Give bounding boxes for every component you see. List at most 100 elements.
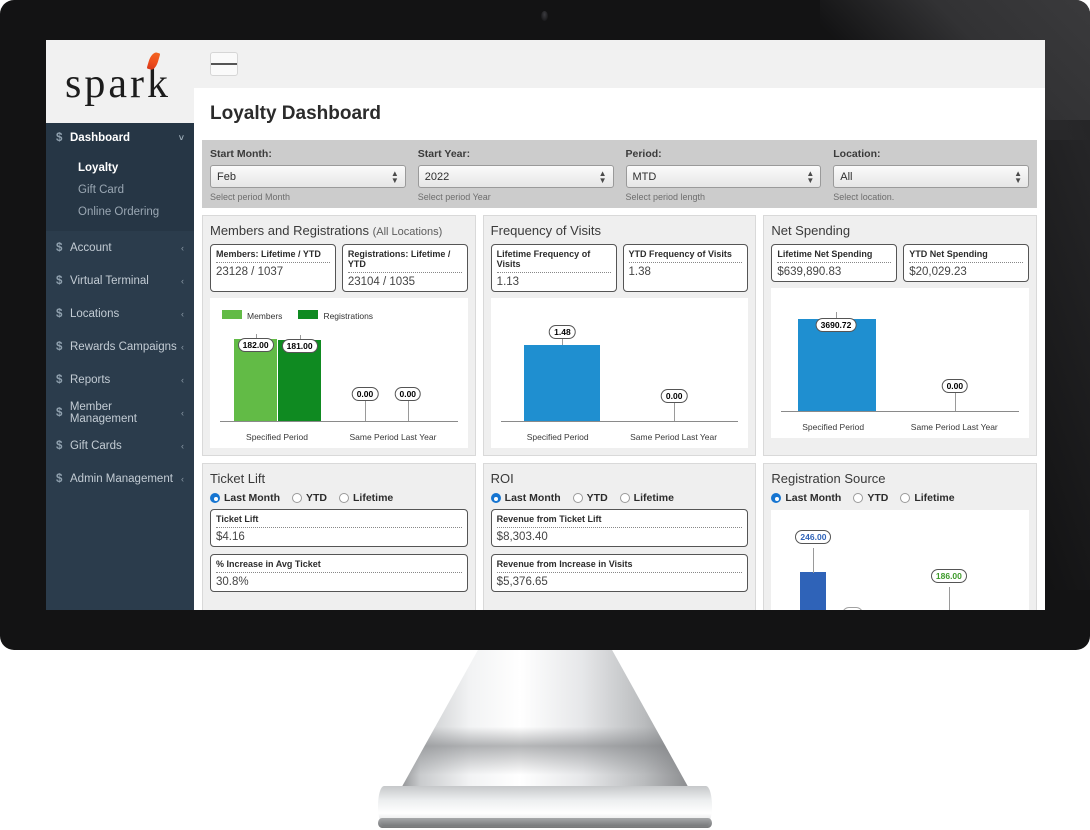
filter-start-month: Start Month: Feb ▲ ▼ Select period Month	[210, 148, 406, 202]
filter-label: Start Year:	[417, 148, 471, 160]
radio-last-month[interactable]: Last Month	[490, 492, 561, 504]
radio-ytd[interactable]: YTD	[292, 492, 327, 504]
kpi-lifetime-frequency: Lifetime Frequency of Visits 1.13	[490, 244, 617, 292]
radio-dot	[619, 493, 630, 503]
browser-viewport: spark $ Dashboard ˅ Loyalty Gift Card On…	[46, 40, 1045, 610]
radio-last-month[interactable]: Last Month	[771, 492, 841, 504]
chevron-down-icon: ˅	[178, 133, 184, 143]
spinner-icon: ▲ ▼	[598, 168, 607, 185]
field-revenue-from-increase-in-visits: Revenue from Increase in Visits $5,376.6…	[490, 554, 749, 592]
radio-lifetime[interactable]: Lifetime	[900, 492, 955, 504]
chevron-left-icon: ‹	[181, 341, 184, 352]
frequency-chart: 1.48 0.00 Specified Period Same Period L…	[490, 298, 749, 448]
kpi-label: Members: Lifetime / YTD	[216, 249, 330, 263]
kpi-value: 1.13	[496, 276, 520, 288]
radio-label: Lifetime	[353, 492, 394, 504]
registration-source-options: Last Month YTD Lifetime	[771, 492, 1029, 504]
webcam-icon	[541, 11, 548, 21]
filter-bar: Start Month: Feb ▲ ▼ Select period Month …	[202, 140, 1037, 208]
radio-dot	[572, 493, 583, 503]
chevron-left-icon: ‹	[181, 407, 184, 418]
dollar-icon: $	[56, 274, 63, 287]
radio-label: YTD	[586, 492, 608, 504]
location-value: All	[840, 170, 853, 183]
sidebar-item-gift-card[interactable]: Gift Card	[46, 179, 194, 201]
chevron-left-icon: ‹	[181, 242, 184, 253]
kpi-label: Lifetime Net Spending	[777, 249, 892, 263]
bar-label-hidden	[841, 606, 864, 610]
sidebar-group-dashboard[interactable]: $ Dashboard ˅	[46, 123, 194, 153]
radio-ytd[interactable]: YTD	[853, 492, 888, 504]
spinner-icon: ▲ ▼	[806, 168, 815, 185]
label-stem	[674, 401, 676, 422]
sidebar-item-account[interactable]: $ Account ‹	[46, 231, 194, 264]
roi-options: Last Month YTD Lifetime	[490, 492, 749, 504]
field-label: Revenue from Increase in Visits	[496, 559, 743, 573]
bar-label: 186.00	[930, 569, 967, 583]
brand-logo[interactable]: spark	[46, 40, 194, 123]
dollar-icon: $	[56, 373, 63, 386]
radio-label: YTD	[306, 492, 327, 504]
sidebar-item-member-management[interactable]: $ Member Management ‹	[46, 396, 194, 429]
panel-title-text: Registration Source	[771, 471, 886, 486]
sidebar-item-label: Member Management	[69, 400, 137, 425]
period-select[interactable]: MTD ▲ ▼	[625, 165, 822, 188]
radio-dot	[292, 493, 302, 503]
kpi-ytd-net-spending: YTD Net Spending $20,029.23	[903, 244, 1030, 282]
kpi-value: $20,029.23	[909, 266, 967, 278]
chart-plot: 3690.72 0.00	[781, 310, 1020, 412]
panel-title-text: Ticket Lift	[210, 471, 266, 486]
regsource-chart: 246.00 186.00	[771, 510, 1030, 610]
brand-name: spark	[65, 60, 171, 107]
panel-title-text: Frequency of Visits	[490, 223, 601, 238]
panel-title-text: Net Spending	[771, 223, 851, 238]
filter-help: Select period Month	[210, 192, 291, 202]
label-stem	[954, 391, 956, 412]
radio-last-month[interactable]: Last Month	[210, 492, 280, 504]
sidebar-item-label: Gift Cards	[70, 439, 122, 452]
panel-registration-source: Registration Source Last Month YTD Lifet…	[763, 463, 1038, 610]
page-title: Loyalty Dashboard	[210, 103, 382, 124]
radio-dot	[490, 493, 501, 503]
chart-axis	[220, 421, 458, 422]
sidebar-item-admin-management[interactable]: $ Admin Management ‹	[46, 462, 194, 495]
start-year-select[interactable]: 2022 ▲ ▼	[417, 165, 614, 188]
panel-roi: ROI Last Month YTD Lifetime Revenue from…	[482, 463, 757, 610]
radio-lifetime[interactable]: Lifetime	[339, 492, 393, 504]
sidebar-item-loyalty[interactable]: Loyalty	[46, 157, 194, 179]
dollar-icon: $	[56, 472, 63, 485]
field-label: % Increase in Avg Ticket	[216, 559, 462, 573]
sidebar-item-gift-cards[interactable]: $ Gift Cards ‹	[46, 429, 194, 462]
sidebar-group-label: Dashboard	[70, 132, 131, 144]
sidebar-item-reports[interactable]: $ Reports ‹	[46, 363, 194, 396]
sidebar-item-rewards-campaigns[interactable]: $ Rewards Campaigns ‹	[46, 330, 194, 363]
radio-ytd[interactable]: YTD	[572, 492, 608, 504]
field-value: 30.8%	[216, 576, 249, 588]
panel-net-spending: Net Spending Lifetime Net Spending $639,…	[763, 215, 1038, 456]
radio-label: Lifetime	[633, 492, 674, 504]
monitor-stand-base-lip	[378, 818, 712, 828]
filter-label: Start Month:	[210, 148, 272, 160]
sidebar-item-virtual-terminal[interactable]: $ Virtual Terminal ‹	[46, 264, 194, 297]
panel-title: Members and Registrations (All Locations…	[210, 223, 468, 238]
chevron-left-icon: ‹	[181, 473, 184, 484]
kpi-value: 23104 / 1035	[347, 276, 415, 288]
location-select[interactable]: All ▲ ▼	[833, 165, 1029, 188]
filter-location: Location: All ▲ ▼ Select location.	[833, 148, 1029, 202]
field-label: Ticket Lift	[216, 514, 462, 528]
radio-label: YTD	[867, 492, 889, 504]
kpi-label: Registrations: Lifetime / YTD	[347, 249, 462, 273]
radio-dot	[900, 493, 911, 503]
sidebar-item-online-ordering[interactable]: Online Ordering	[46, 201, 194, 223]
kpi-row: Lifetime Frequency of Visits 1.13 YTD Fr…	[490, 244, 749, 292]
bar-label: 0.00	[351, 387, 379, 402]
radio-dot	[210, 493, 220, 503]
screenshot-scene: spark $ Dashboard ˅ Loyalty Gift Card On…	[0, 0, 1090, 830]
bar-label: 3690.72	[815, 318, 857, 333]
radio-lifetime[interactable]: Lifetime	[619, 492, 674, 504]
sidebar: spark $ Dashboard ˅ Loyalty Gift Card On…	[46, 40, 194, 610]
hamburger-icon[interactable]	[210, 52, 238, 76]
start-month-select[interactable]: Feb ▲ ▼	[210, 165, 406, 188]
sidebar-item-locations[interactable]: $ Locations ‹	[46, 297, 194, 330]
panel-row-top: Members and Registrations (All Locations…	[202, 215, 1038, 456]
